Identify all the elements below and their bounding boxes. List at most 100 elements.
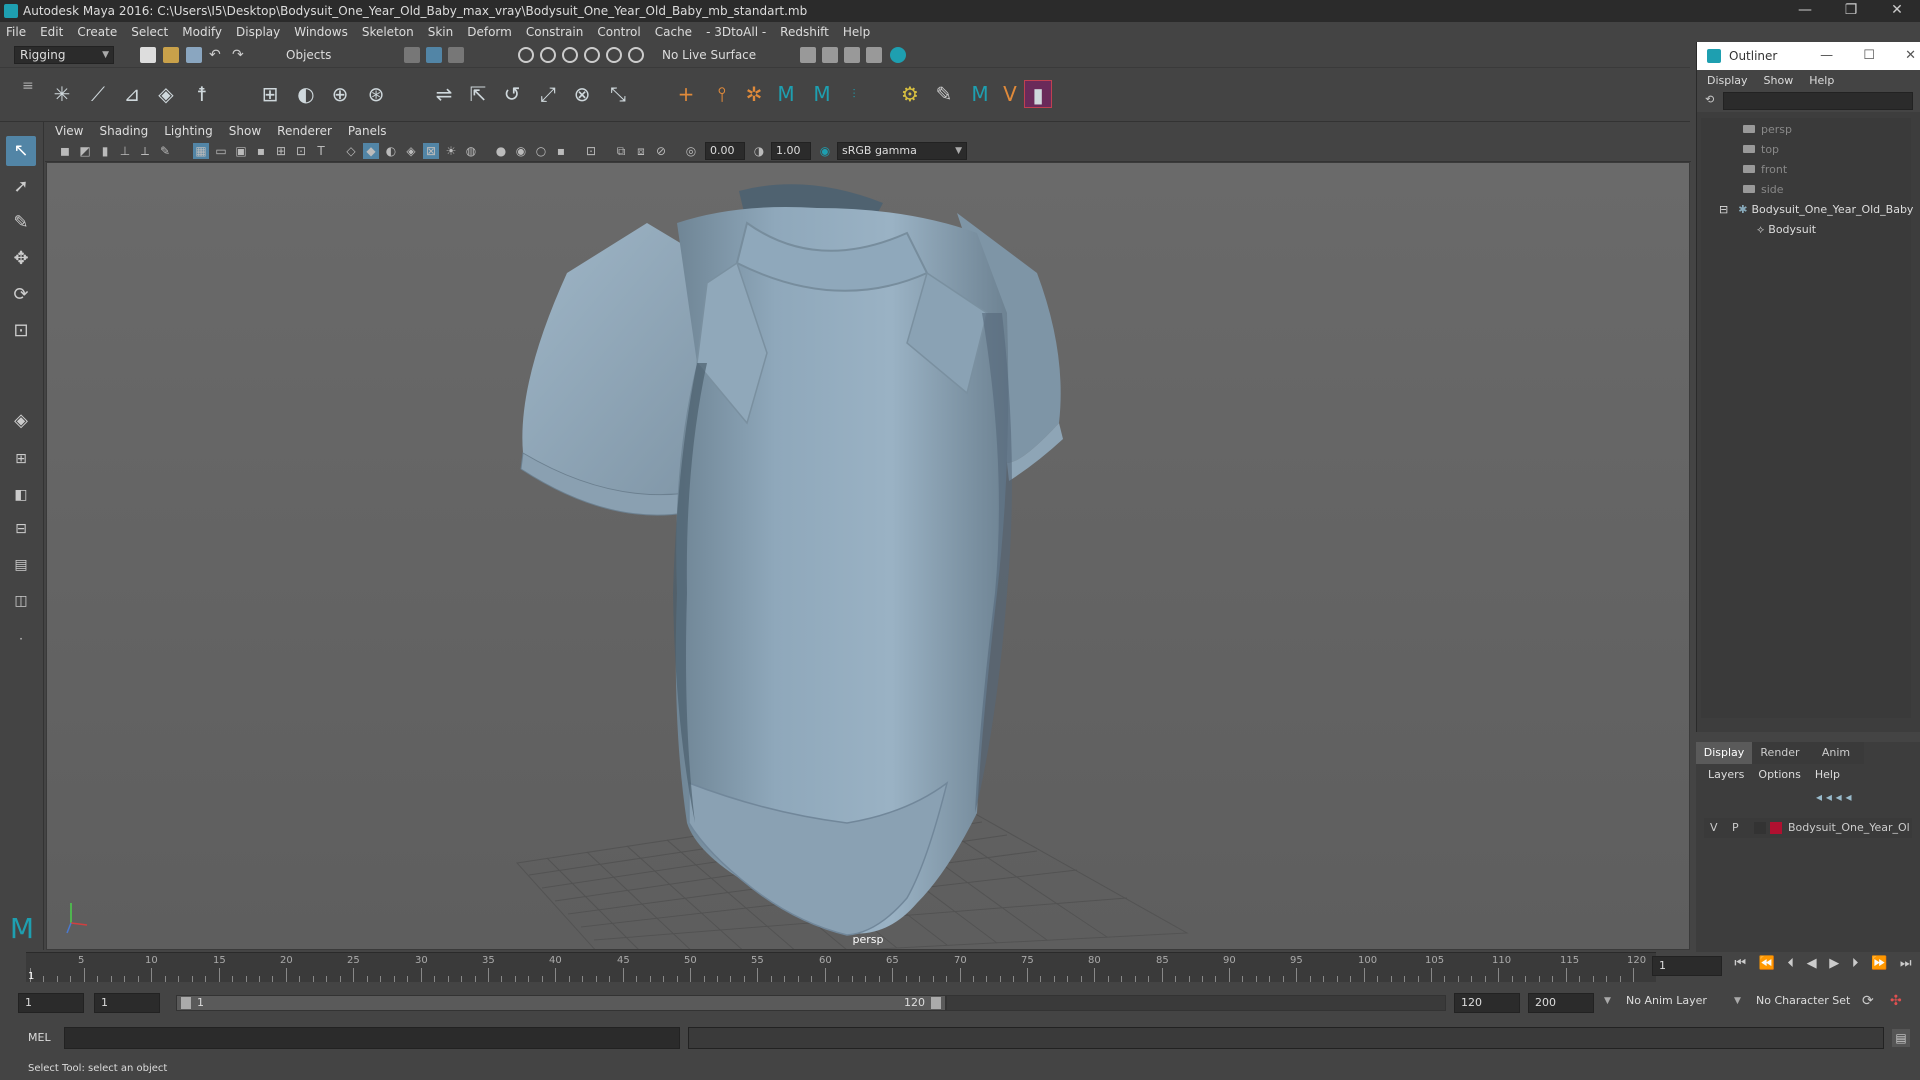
play-back-icon[interactable]: ◀ bbox=[1807, 956, 1817, 976]
menu-cache[interactable]: Cache bbox=[655, 25, 692, 39]
playback-end-field[interactable]: 120 bbox=[1454, 993, 1520, 1013]
lasso-tool-icon[interactable]: ➚ bbox=[6, 172, 36, 202]
render-settings-icon[interactable] bbox=[800, 47, 816, 63]
color-space-dropdown[interactable]: sRGB gamma ▼ bbox=[837, 142, 967, 160]
perspective-viewport[interactable]: persp bbox=[46, 162, 1690, 950]
menu-3dtoall[interactable]: - 3DtoAll - bbox=[706, 25, 766, 39]
joint-tool-icon[interactable]: ✳ bbox=[48, 80, 76, 108]
snap-to-curve-icon[interactable] bbox=[540, 47, 556, 63]
playback-start-field[interactable]: 1 bbox=[94, 993, 160, 1013]
snap-to-view-plane-icon[interactable] bbox=[606, 47, 622, 63]
minimize-button[interactable]: — bbox=[1782, 0, 1828, 22]
redshift-light-icon[interactable]: ⚙ bbox=[896, 80, 924, 108]
undo-icon[interactable]: ↶ bbox=[209, 47, 225, 63]
panel-menu-panels[interactable]: Panels bbox=[348, 124, 387, 138]
menu-file[interactable]: File bbox=[6, 25, 26, 39]
menu-edit[interactable]: Edit bbox=[40, 25, 63, 39]
move-tool-icon[interactable]: ✥ bbox=[6, 244, 36, 274]
persp-graph-layout-icon[interactable]: ⊟ bbox=[6, 514, 36, 544]
outliner-item-side[interactable]: side bbox=[1743, 180, 1784, 200]
wireframe-on-shaded-icon[interactable]: ◈ bbox=[403, 143, 419, 159]
outliner-item-group[interactable]: ⊟ ✱ Bodysuit_One_Year_Old_Baby bbox=[1719, 200, 1913, 220]
3dtoall-icon-2[interactable]: M bbox=[808, 80, 836, 108]
grid-icon[interactable]: ▦ bbox=[193, 143, 209, 159]
gamma-field[interactable]: 1.00 bbox=[771, 142, 811, 160]
anti-aliasing-icon[interactable]: ○ bbox=[533, 143, 549, 159]
point-constraint-icon[interactable]: ⇌ bbox=[430, 80, 458, 108]
play-forward-icon[interactable]: ▶ bbox=[1829, 956, 1839, 976]
anim-preferences-icon[interactable]: ✣ bbox=[1890, 993, 1902, 1009]
selection-mode-dropdown[interactable]: Objects bbox=[280, 46, 380, 64]
smooth-shade-icon[interactable]: ◆ bbox=[363, 143, 379, 159]
new-scene-icon[interactable] bbox=[140, 47, 156, 63]
render-frame-icon[interactable] bbox=[822, 47, 838, 63]
tab-display[interactable]: Display bbox=[1696, 742, 1752, 764]
persp-outliner-layout-icon[interactable]: ◧ bbox=[6, 480, 36, 510]
single-perspective-layout-icon[interactable]: ◈ bbox=[6, 406, 36, 436]
select-tool-icon[interactable]: ↖ bbox=[6, 136, 36, 166]
use-all-lights-icon[interactable]: ☀ bbox=[443, 143, 459, 159]
panel-menu-show[interactable]: Show bbox=[229, 124, 261, 138]
scale-tool-icon[interactable]: ⊡ bbox=[6, 316, 36, 346]
motion-blur-icon[interactable]: ◉ bbox=[513, 143, 529, 159]
isolate-select-icon[interactable]: ⊡ bbox=[583, 143, 599, 159]
redshift-render-icon[interactable]: ▮ bbox=[1024, 80, 1052, 108]
xray-components-icon[interactable]: ⊘ bbox=[653, 143, 669, 159]
camera-icon[interactable]: ◼ bbox=[57, 143, 73, 159]
time-ruler[interactable]: 1 5 10 15 20 25 30 35 40 45 50 55 60 65 70 75 80 85 90 95 10… bbox=[26, 952, 1656, 982]
menu-select[interactable]: Select bbox=[131, 25, 168, 39]
layer-playback-toggle[interactable]: P bbox=[1732, 818, 1739, 838]
panel-menu-view[interactable]: View bbox=[55, 124, 83, 138]
character-set-dropdown[interactable]: No Character Set bbox=[1756, 994, 1850, 1007]
redo-icon[interactable]: ↷ bbox=[232, 47, 248, 63]
step-back-key-icon[interactable]: ⏴ bbox=[1787, 956, 1794, 976]
cluster-icon[interactable]: ⊛ bbox=[362, 80, 390, 108]
3dtoall-icon-3[interactable]: ⫶ bbox=[840, 80, 868, 108]
safe-title-icon[interactable]: T bbox=[313, 143, 329, 159]
menu-redshift[interactable]: Redshift bbox=[780, 25, 829, 39]
make-live-icon[interactable] bbox=[628, 47, 644, 63]
layer-visibility-toggle[interactable]: V bbox=[1710, 818, 1718, 838]
range-bar[interactable]: 1 120 bbox=[176, 995, 946, 1011]
menu-windows[interactable]: Windows bbox=[294, 25, 348, 39]
exposure-icon[interactable]: ◎ bbox=[683, 143, 699, 159]
menu-help[interactable]: Help bbox=[843, 25, 870, 39]
pole-vector-icon[interactable]: ⤡ bbox=[604, 80, 632, 108]
aim-constraint-icon[interactable]: ⇱ bbox=[464, 80, 492, 108]
outliner-item-bodysuit[interactable]: ⟡ Bodysuit bbox=[1757, 220, 1816, 240]
field-chart-icon[interactable]: ⊞ bbox=[273, 143, 289, 159]
layer-menu-layers[interactable]: Layers bbox=[1708, 768, 1744, 781]
parent-constraint-icon[interactable]: ⊗ bbox=[568, 80, 596, 108]
animation-start-field[interactable]: 1 bbox=[18, 993, 84, 1013]
menu-modify[interactable]: Modify bbox=[182, 25, 222, 39]
maximize-icon[interactable]: ☐ bbox=[1863, 48, 1875, 63]
safe-action-icon[interactable]: ⊡ bbox=[293, 143, 309, 159]
outliner-menu-show[interactable]: Show bbox=[1764, 74, 1794, 87]
range-end-handle[interactable] bbox=[931, 997, 941, 1009]
menu-constrain[interactable]: Constrain bbox=[526, 25, 584, 39]
layer-color-swatch[interactable] bbox=[1770, 822, 1782, 834]
outliner-item-front[interactable]: front bbox=[1743, 160, 1787, 180]
2d-pan-zoom-icon[interactable]: ⟂ bbox=[137, 143, 153, 159]
redshift-proxy-icon[interactable]: ✎ bbox=[930, 80, 958, 108]
bookmark-icon[interactable]: ▮ bbox=[97, 143, 113, 159]
filter-icon[interactable]: ⟲ bbox=[1705, 93, 1714, 106]
shadows-icon[interactable]: ◍ bbox=[463, 143, 479, 159]
anim-layer-dropdown[interactable]: No Anim Layer bbox=[1626, 994, 1707, 1007]
close-button[interactable]: ✕ bbox=[1874, 0, 1920, 22]
default-material-icon[interactable]: ◐ bbox=[383, 143, 399, 159]
gate-mask-icon[interactable]: ▪ bbox=[253, 143, 269, 159]
outliner-search-input[interactable] bbox=[1723, 92, 1913, 110]
current-frame-field[interactable]: 1 bbox=[1652, 956, 1722, 976]
select-by-object-type-icon[interactable] bbox=[426, 47, 442, 63]
hypershade-layout-icon[interactable]: ◫ bbox=[6, 586, 36, 616]
go-to-start-icon[interactable]: ⏮ bbox=[1734, 956, 1746, 976]
camera-attributes-icon[interactable]: ◩ bbox=[77, 143, 93, 159]
xray-icon[interactable]: ⧉ bbox=[613, 143, 629, 159]
live-surface-field[interactable]: No Live Surface bbox=[656, 46, 760, 64]
locator-icon[interactable]: + bbox=[672, 80, 700, 108]
ipr-render-icon[interactable] bbox=[844, 47, 860, 63]
go-to-end-icon[interactable]: ⏭ bbox=[1900, 956, 1912, 976]
lattice-icon[interactable]: ⊕ bbox=[326, 80, 354, 108]
scale-constraint-icon[interactable]: ⤢ bbox=[534, 80, 562, 108]
